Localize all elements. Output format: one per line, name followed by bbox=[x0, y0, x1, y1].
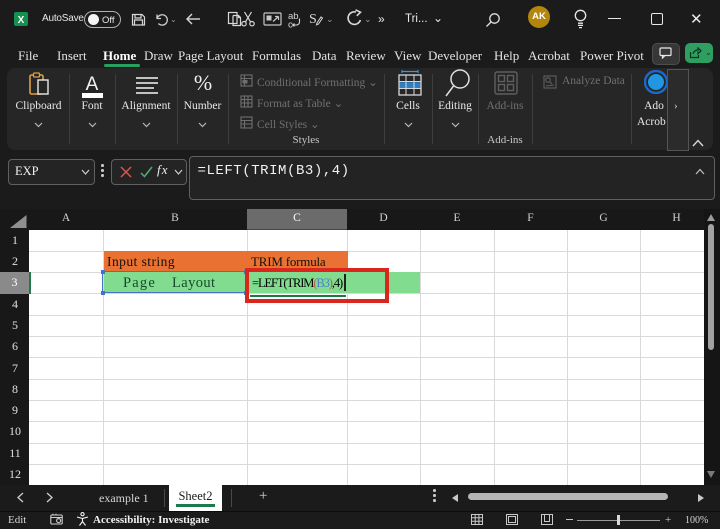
svg-text:A: A bbox=[86, 74, 99, 95]
svg-text:X: X bbox=[18, 15, 25, 26]
svg-text:S: S bbox=[309, 12, 317, 27]
svg-text:c: c bbox=[288, 20, 293, 29]
